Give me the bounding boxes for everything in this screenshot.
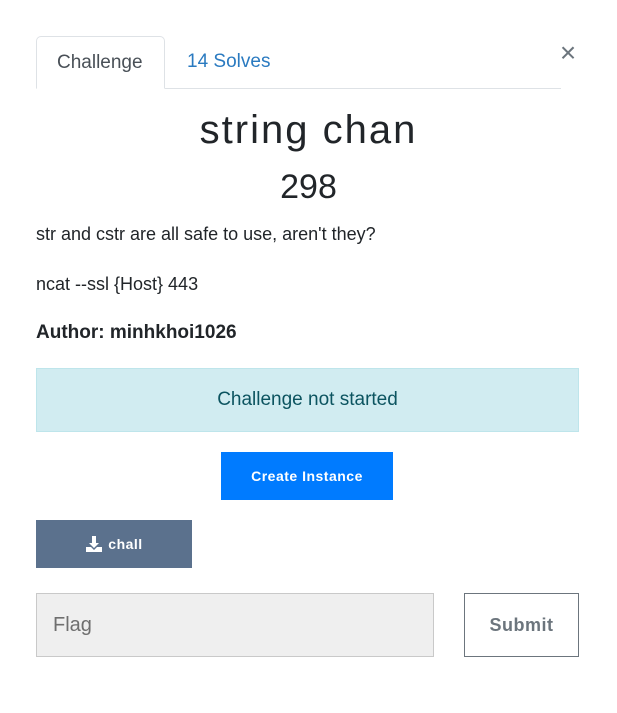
challenge-description: str and cstr are all safe to use, aren't…: [36, 224, 376, 244]
file-name: chall: [108, 536, 143, 552]
challenge-modal: Challenge 14 Solves × string chan 298 st…: [0, 0, 617, 713]
instance-status-alert: Challenge not started: [36, 368, 579, 432]
tab-challenge[interactable]: Challenge: [36, 36, 165, 89]
challenge-points: 298: [280, 168, 337, 206]
download-file-button[interactable]: chall: [36, 520, 192, 568]
close-icon[interactable]: ×: [557, 38, 579, 68]
connection-info: ncat --ssl {Host} 443: [36, 274, 199, 294]
tab-solves[interactable]: 14 Solves: [167, 36, 290, 87]
submit-button[interactable]: Submit: [464, 593, 579, 657]
author-line: Author: minhkhoi1026: [36, 322, 237, 343]
download-icon: [86, 536, 103, 552]
create-instance-button[interactable]: Create Instance: [221, 452, 393, 500]
challenge-title: string chan: [199, 108, 418, 152]
flag-input[interactable]: [36, 593, 434, 657]
challenge-tabs: Challenge 14 Solves: [36, 36, 561, 89]
